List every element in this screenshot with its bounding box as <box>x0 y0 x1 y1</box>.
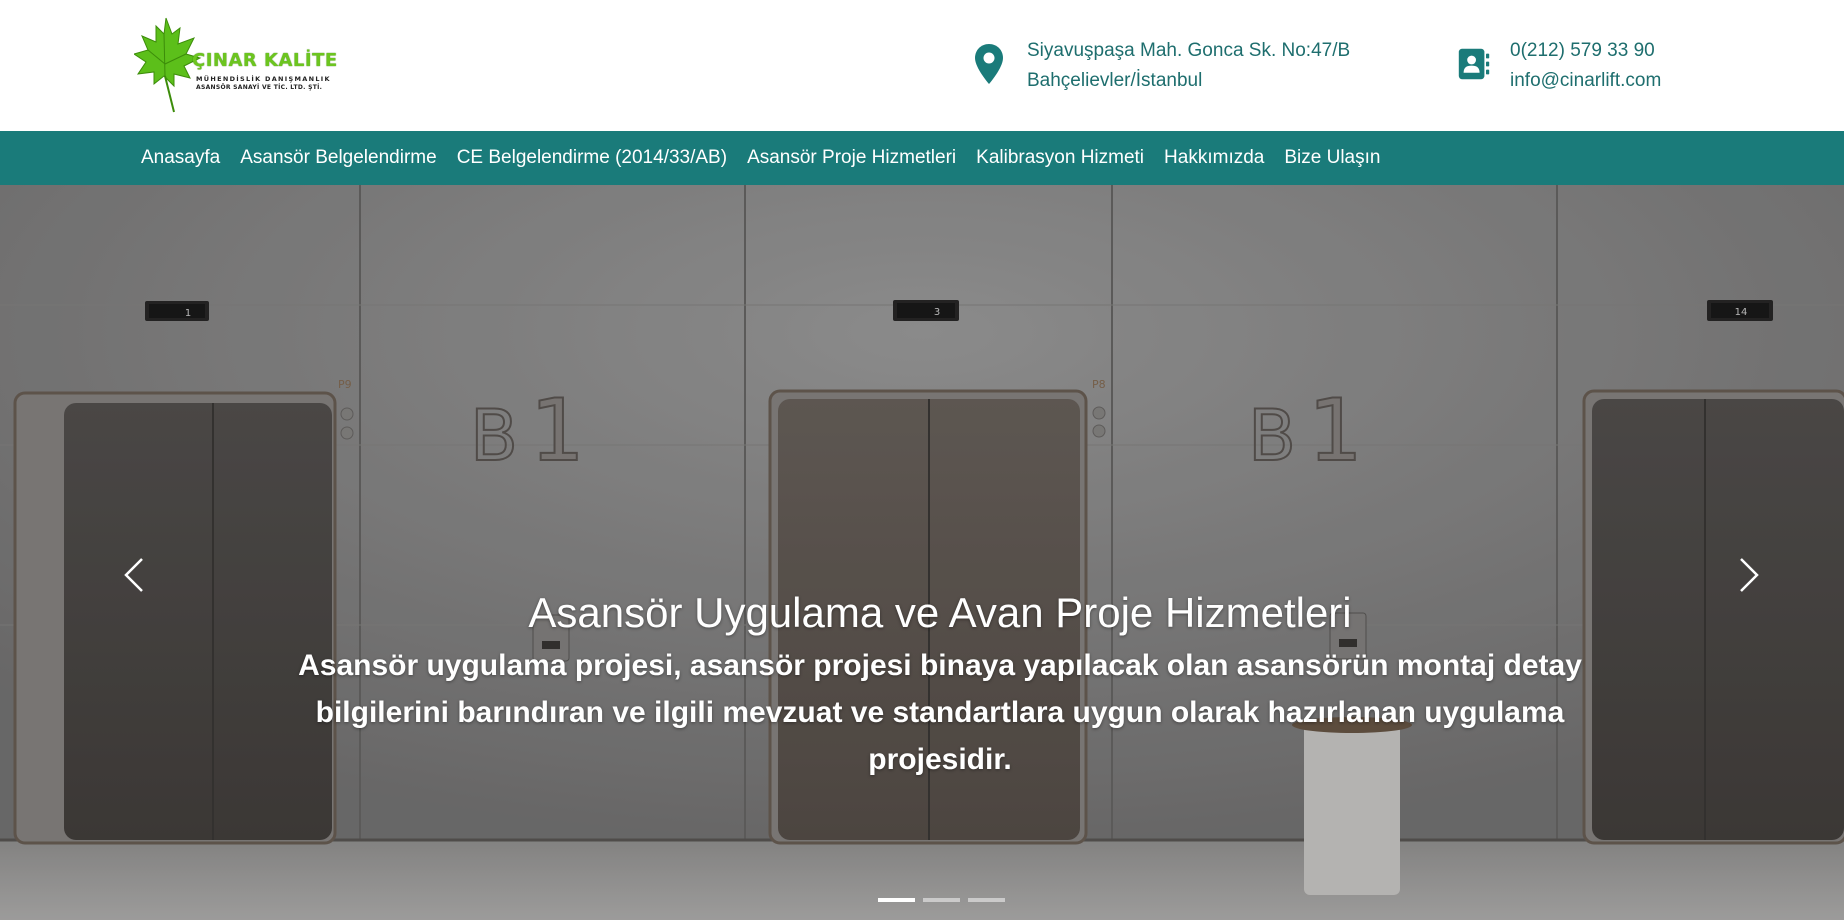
slide-title: Asansör Uygulama ve Avan Proje Hizmetler… <box>528 589 1352 636</box>
address-block: Siyavuşpaşa Mah. Gonca Sk. No:47/B Bahçe… <box>973 36 1350 96</box>
site-header: ÇINAR KALİTE MÜHENDİSLİK DANIŞMANLIK ASA… <box>0 0 1844 131</box>
address-line-1: Siyavuşpaşa Mah. Gonca Sk. No:47/B <box>1027 40 1351 61</box>
hero-overlay <box>0 185 1844 920</box>
carousel-indicator-1[interactable] <box>878 898 915 902</box>
chevron-left-icon <box>124 558 143 592</box>
map-marker-icon <box>973 42 1005 86</box>
nav-item-kalibrasyon-hizmeti[interactable]: Kalibrasyon Hizmeti <box>976 147 1144 169</box>
contact-book-icon <box>1458 42 1490 86</box>
address-line-2: Bahçelievler/İstanbul <box>1027 70 1203 91</box>
nav-item-anasayfa[interactable]: Anasayfa <box>141 147 220 169</box>
carousel-indicator-2[interactable] <box>923 898 960 902</box>
email-link[interactable]: info@cinarlift.com <box>1510 66 1661 96</box>
contact-block: 0(212) 579 33 90 info@cinarlift.com <box>1458 36 1661 96</box>
company-logo[interactable]: ÇINAR KALİTE MÜHENDİSLİK DANIŞMANLIK ASA… <box>134 14 337 114</box>
nav-item-ce-belgelendirme[interactable]: CE Belgelendirme (2014/33/AB) <box>457 147 727 169</box>
slide-caption: Asansör Uygulama ve Avan Proje Hizmetler… <box>240 588 1640 783</box>
carousel-next-button[interactable] <box>1719 535 1779 615</box>
phone-number[interactable]: 0(212) 579 33 90 <box>1510 36 1661 66</box>
nav-item-asansor-proje-hizmetleri[interactable]: Asansör Proje Hizmetleri <box>747 147 956 169</box>
nav-item-asansor-belgelendirme[interactable]: Asansör Belgelendirme <box>240 147 436 169</box>
hero-carousel: 1 P9 B 1 3 P8 B 1 14 Asansör Uygulama ve… <box>0 185 1844 920</box>
carousel-indicator-3[interactable] <box>968 898 1005 902</box>
main-navbar: Anasayfa Asansör Belgelendirme CE Belgel… <box>0 131 1844 185</box>
slide-description: Asansör uygulama projesi, asansör projes… <box>298 649 1582 776</box>
nav-item-bize-ulasin[interactable]: Bize Ulaşın <box>1284 147 1380 169</box>
logo-subtitle-company: ASANSÖR SANAYİ VE TİC. LTD. ŞTİ. <box>196 84 323 91</box>
chevron-right-icon <box>1740 558 1759 592</box>
nav-item-hakkimizda[interactable]: Hakkımızda <box>1164 147 1264 169</box>
logo-title: ÇINAR KALİTE <box>192 50 338 71</box>
logo-subtitle: MÜHENDİSLİK DANIŞMANLIK <box>196 75 331 83</box>
carousel-indicators <box>878 898 1013 902</box>
carousel-prev-button[interactable] <box>104 535 164 615</box>
